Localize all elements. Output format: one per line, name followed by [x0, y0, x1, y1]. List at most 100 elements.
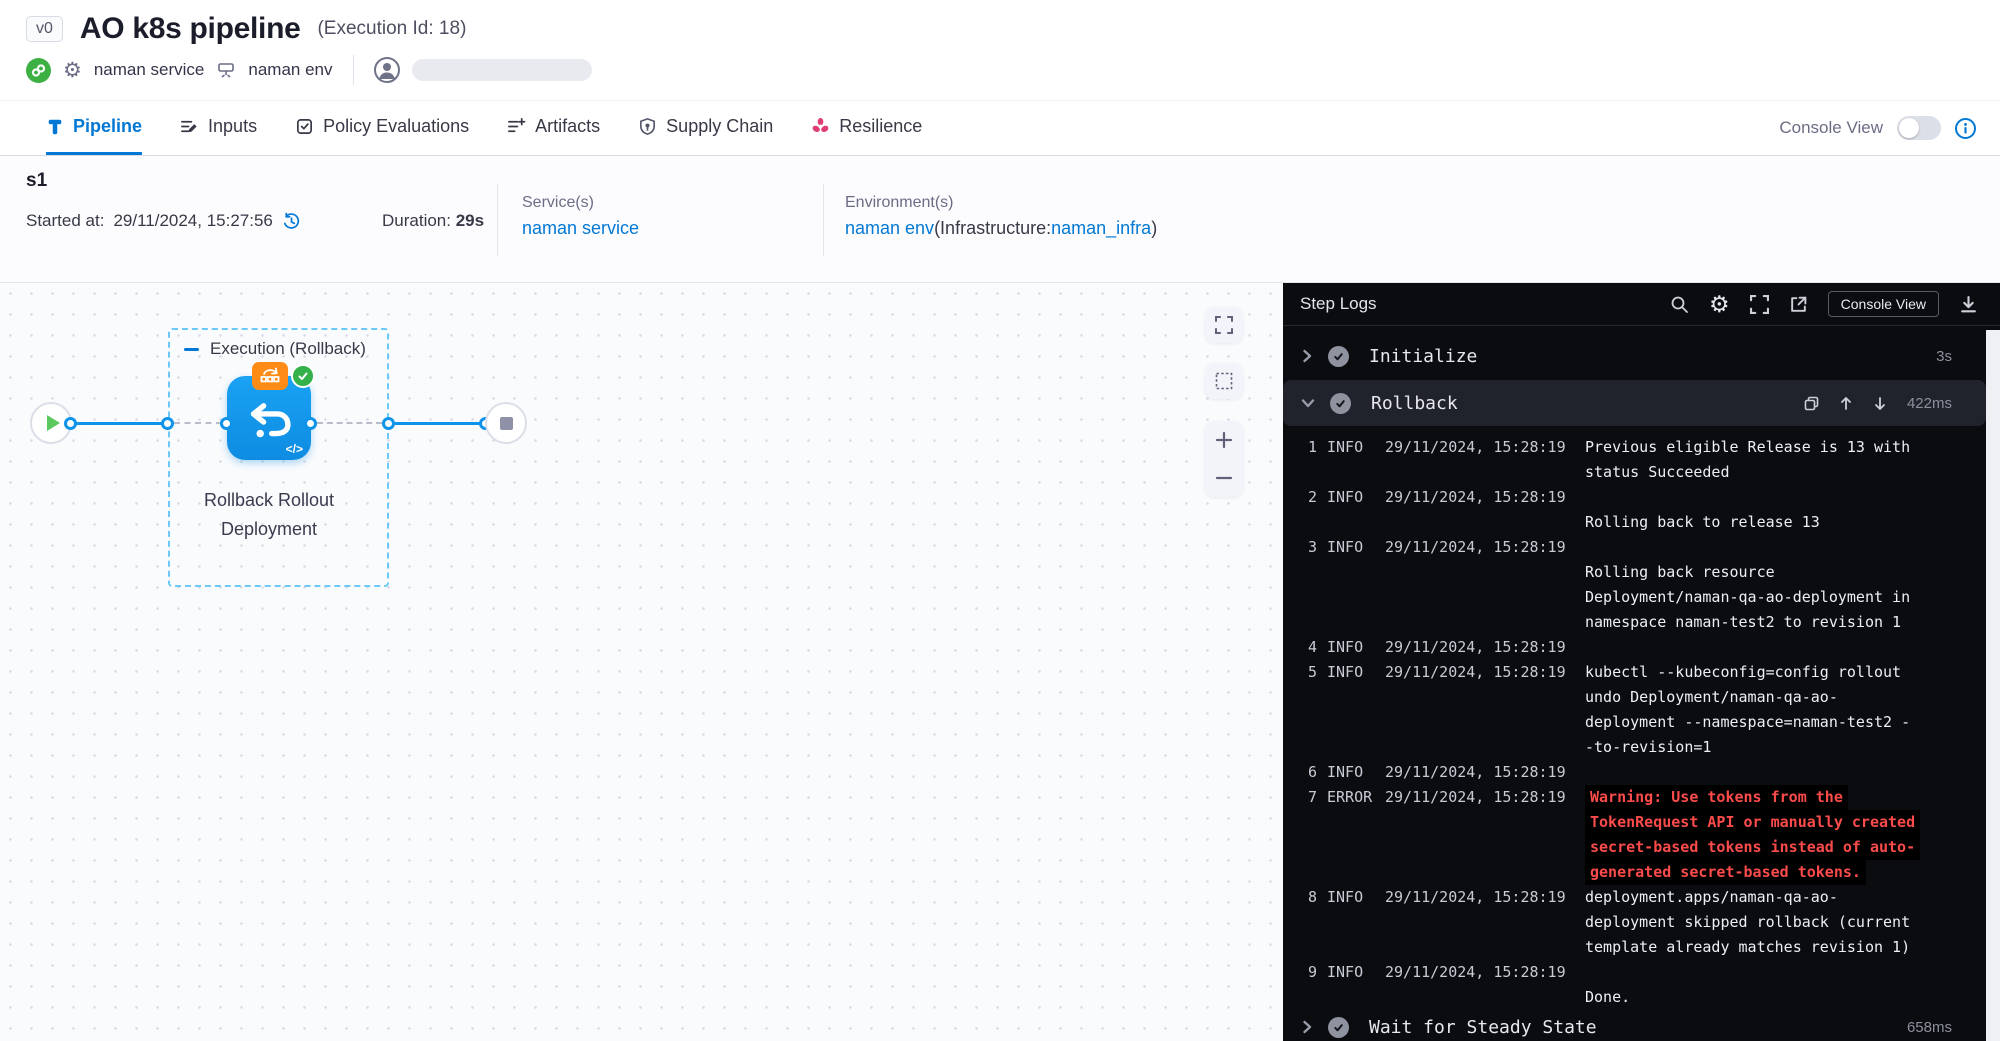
tab-supply-chain[interactable]: Supply Chain — [638, 101, 773, 155]
group-title-row: Execution (Rollback) — [184, 339, 366, 359]
step-success-icon — [1330, 393, 1351, 414]
artifacts-icon — [507, 117, 526, 136]
console-view-toggle[interactable] — [1897, 116, 1941, 140]
log-level: INFO — [1327, 435, 1377, 460]
end-node[interactable] — [485, 402, 527, 444]
duration-label: Duration: — [382, 211, 451, 230]
log-line: generated secret-based tokens. — [1283, 860, 1986, 885]
section-duration: 658ms — [1907, 1019, 1952, 1036]
connector-solid — [72, 422, 164, 425]
copy-logs-icon[interactable] — [1804, 396, 1819, 411]
environment-link[interactable]: naman env — [845, 218, 934, 238]
infrastructure-prefix: (Infrastructure: — [934, 218, 1051, 238]
log-line: TokenRequest API or manually created — [1283, 810, 1986, 835]
log-level: INFO — [1327, 535, 1377, 560]
log-message: Done. — [1585, 985, 1630, 1010]
log-section-initialize[interactable]: Initialize 3s — [1283, 337, 1986, 375]
log-level: INFO — [1327, 960, 1377, 985]
log-line: Deployment/naman-qa-ao-deployment in — [1283, 585, 1986, 610]
chevron-right-icon[interactable] — [1301, 349, 1313, 363]
log-line: template already matches revision 1) — [1283, 935, 1986, 960]
zoom-in-button[interactable] — [1205, 421, 1243, 459]
toggle-knob — [1899, 118, 1919, 138]
tab-policy-evaluations[interactable]: Policy Evaluations — [295, 101, 469, 155]
console-view-button[interactable]: Console View — [1828, 291, 1939, 317]
search-icon[interactable] — [1670, 295, 1689, 314]
port — [382, 417, 395, 430]
tab-inputs[interactable]: Inputs — [180, 101, 257, 155]
log-message: deployment --namespace=naman-test2 - — [1585, 710, 1910, 735]
stage-info-bar: s1 Started at: 29/11/2024, 15:27:56 Dura… — [0, 156, 2000, 283]
log-line: deployment skipped rollback (current — [1283, 910, 1986, 935]
tab-label: Artifacts — [535, 116, 600, 137]
tab-artifacts[interactable]: Artifacts — [507, 101, 600, 155]
step-success-icon — [1328, 346, 1349, 367]
log-scrollbar[interactable] — [1986, 330, 2000, 1041]
pipeline-execution-page: v0 AO k8s pipeline (Execution Id: 18) ⚙ … — [0, 0, 2000, 1041]
log-line: 3INFO29/11/2024, 15:28:19 — [1283, 535, 1986, 560]
zoom-out-button[interactable] — [1205, 459, 1243, 497]
infrastructure-suffix: ) — [1151, 218, 1157, 238]
collapse-icon[interactable] — [184, 348, 199, 351]
scroll-down-icon[interactable] — [1873, 396, 1887, 411]
section-title: Initialize — [1369, 346, 1477, 367]
connector-solid — [395, 422, 481, 425]
log-message: deployment.apps/naman-qa-ao- — [1585, 885, 1838, 910]
log-message-error: secret-based tokens instead of auto- — [1585, 835, 1920, 860]
rollout-badge-icon — [252, 362, 288, 390]
step-label[interactable]: Rollback Rollout Deployment — [169, 486, 369, 544]
success-check-icon — [291, 364, 315, 388]
stage-duration: Duration: 29s — [382, 211, 484, 231]
log-time: 29/11/2024, 15:28:19 — [1385, 635, 1571, 660]
stage-name: s1 — [26, 170, 47, 192]
chevron-down-icon[interactable] — [1301, 397, 1315, 409]
marquee-select-button[interactable] — [1205, 363, 1243, 399]
port — [161, 417, 174, 430]
log-num: 7 — [1303, 785, 1317, 810]
header-meta-row: ⚙ naman service naman env — [26, 55, 2000, 85]
log-section-rollback[interactable]: Rollback 422ms — [1283, 380, 1986, 426]
fit-to-screen-button[interactable] — [1205, 307, 1243, 343]
section-duration: 422ms — [1907, 395, 1952, 412]
log-line: Rolling back to release 13 — [1283, 510, 1986, 535]
redacted-user-info — [412, 59, 592, 81]
stagebar-divider — [823, 184, 824, 256]
history-icon[interactable] — [282, 212, 301, 231]
header-env-name[interactable]: naman env — [248, 60, 332, 80]
fullscreen-icon[interactable] — [1750, 295, 1769, 314]
tab-label: Policy Evaluations — [323, 116, 469, 137]
open-in-new-icon[interactable] — [1789, 295, 1808, 314]
stage-started: Started at: 29/11/2024, 15:27:56 — [26, 211, 301, 231]
tab-resilience[interactable]: Resilience — [811, 101, 922, 155]
section-title: Rollback — [1371, 393, 1458, 414]
execution-id: (Execution Id: 18) — [317, 18, 466, 40]
tabbar-right-controls: Console View — [1779, 101, 2000, 155]
header-title-row: v0 AO k8s pipeline (Execution Id: 18) — [0, 0, 2000, 46]
chevron-right-icon[interactable] — [1301, 1020, 1313, 1034]
info-icon[interactable] — [1955, 118, 1976, 139]
infrastructure-link[interactable]: naman_infra — [1051, 218, 1151, 238]
step-logs-header: Step Logs ⚙ Console View — [1283, 283, 2000, 326]
log-line: 9INFO29/11/2024, 15:28:19 — [1283, 960, 1986, 985]
log-message: kubectl --kubeconfig=config rollout — [1585, 660, 1901, 685]
resilience-icon — [811, 117, 830, 136]
started-value: 29/11/2024, 15:27:56 — [113, 211, 272, 231]
log-message-error: generated secret-based tokens. — [1585, 860, 1866, 885]
log-num: 8 — [1303, 885, 1317, 910]
log-message: namespace naman-test2 to revision 1 — [1585, 610, 1901, 635]
scroll-up-icon[interactable] — [1839, 396, 1853, 411]
pipeline-canvas[interactable]: Execution (Rollback) </> Rollback Rollou… — [0, 283, 1283, 1041]
tab-label: Inputs — [208, 116, 257, 137]
header-service-name[interactable]: naman service — [94, 60, 205, 80]
step-success-icon — [1328, 1017, 1349, 1038]
log-time: 29/11/2024, 15:28:19 — [1385, 785, 1571, 810]
log-section-wait-for-steady-state[interactable]: Wait for Steady State 658ms — [1283, 1013, 1986, 1041]
log-num: 9 — [1303, 960, 1317, 985]
log-level: INFO — [1327, 760, 1377, 785]
download-logs-icon[interactable] — [1959, 295, 1978, 314]
log-settings-gear-icon[interactable]: ⚙ — [1709, 293, 1730, 316]
service-link[interactable]: naman service — [522, 218, 639, 239]
log-message: Rolling back resource — [1585, 560, 1775, 585]
log-time: 29/11/2024, 15:28:19 — [1385, 660, 1571, 685]
tab-pipeline[interactable]: Pipeline — [46, 101, 142, 155]
